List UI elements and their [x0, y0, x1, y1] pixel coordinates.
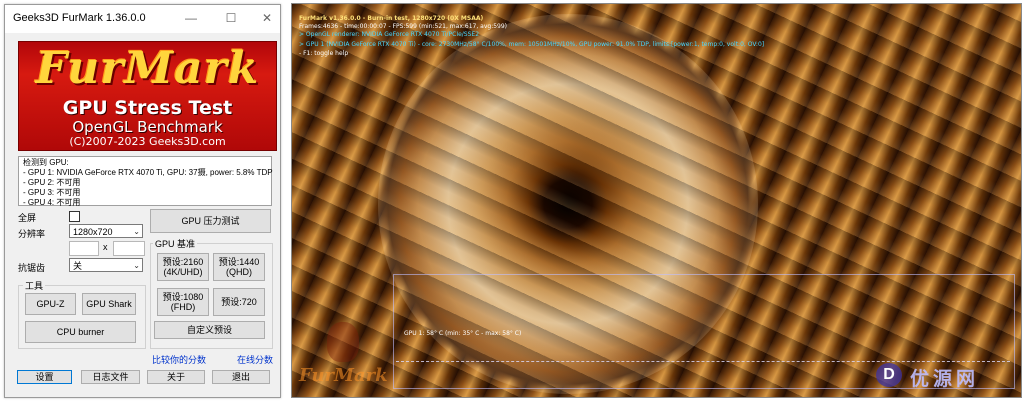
- exit-button[interactable]: 退出: [212, 370, 270, 384]
- gpu-detection-box: 检测到 GPU: - GPU 1: NVIDIA GeForce RTX 407…: [18, 156, 273, 207]
- resolution-label: 分辨率: [18, 229, 46, 239]
- window-title: Geeks3D FurMark 1.36.0.0: [13, 12, 146, 24]
- compare-score-link[interactable]: 比较你的分数: [152, 353, 206, 366]
- temperature-graph-line: [396, 361, 1010, 362]
- custom-height-input[interactable]: [113, 241, 145, 256]
- settings-button[interactable]: 设置: [17, 370, 72, 384]
- cpu-burner-button[interactable]: CPU burner: [25, 321, 136, 343]
- online-score-link[interactable]: 在线分数: [237, 353, 273, 366]
- osd-title: FurMark v1.36.0.0 - Burn-in test, 1280x7…: [299, 15, 484, 22]
- osd-frames: Frames:4636 - time:00:00:07 - FPS:599 (m…: [299, 23, 508, 30]
- preset-2160-button[interactable]: 预设:2160 (4K/UHD): [157, 253, 209, 281]
- log-file-button[interactable]: 日志文件: [81, 370, 140, 384]
- gpu-benchmark-group-title: GPU 基准: [153, 237, 198, 250]
- furmark-render-viewport[interactable]: FurMark v1.36.0.0 - Burn-in test, 1280x7…: [291, 3, 1022, 398]
- chevron-down-icon: ⌄: [133, 227, 140, 236]
- gpu-detection-header: 检测到 GPU:: [23, 158, 69, 167]
- antialias-label: 抗锯齿: [18, 263, 46, 273]
- maximize-icon[interactable]: ☐: [221, 10, 241, 26]
- resolution-select[interactable]: 1280x720 ⌄: [69, 224, 143, 238]
- gpu-line-2: - GPU 2: 不可用: [23, 178, 81, 187]
- logo-line-copyright: (C)2007-2023 Geeks3D.com: [69, 135, 226, 148]
- gpu-stress-test-button[interactable]: GPU 压力测试: [150, 209, 271, 233]
- gpu-z-button[interactable]: GPU-Z: [25, 293, 76, 315]
- logo-line-stress-test: GPU Stress Test: [62, 97, 233, 119]
- preset-720-button[interactable]: 预设:720: [213, 288, 265, 316]
- site-logo-icon: D: [876, 363, 902, 387]
- gpu-line-4: - GPU 4: 不可用: [23, 198, 81, 207]
- custom-preset-button[interactable]: 自定义预设: [154, 321, 265, 339]
- custom-width-input[interactable]: [69, 241, 99, 256]
- desktop: Geeks3D FurMark 1.36.0.0 — ☐ ✕ FurMark G…: [0, 0, 1024, 403]
- antialias-value: 关: [73, 261, 83, 271]
- osd-help-hint: - F1: toggle help: [299, 50, 349, 57]
- gpu-line-1: - GPU 1: NVIDIA GeForce RTX 4070 Ti, GPU…: [23, 168, 273, 177]
- custom-size-separator: x: [103, 242, 108, 252]
- furmark-watermark: FurMark: [299, 365, 388, 386]
- minimize-icon[interactable]: —: [181, 10, 201, 26]
- osd-gpu-stats: > GPU 1 (NVIDIA GeForce RTX 4070 Ti) - c…: [299, 41, 765, 48]
- furmark-mascot-icon: [327, 322, 359, 362]
- antialias-select[interactable]: 关 ⌄: [69, 258, 143, 272]
- title-bar[interactable]: Geeks3D FurMark 1.36.0.0 — ☐ ✕: [5, 5, 280, 33]
- resolution-value: 1280x720: [73, 227, 113, 237]
- about-button[interactable]: 关于: [147, 370, 205, 384]
- furmark-logo-banner: FurMark GPU Stress Test OpenGL Benchmark…: [18, 41, 277, 151]
- close-icon[interactable]: ✕: [257, 10, 277, 26]
- gpu-shark-button[interactable]: GPU Shark: [82, 293, 136, 315]
- fullscreen-checkbox[interactable]: [69, 211, 80, 222]
- preset-1080-button[interactable]: 预设:1080 (FHD): [157, 288, 209, 316]
- osd-renderer: > OpenGL renderer: NVIDIA GeForce RTX 40…: [299, 31, 480, 38]
- tools-group-title: 工具: [23, 279, 46, 292]
- logo-line-benchmark: OpenGL Benchmark: [72, 118, 223, 136]
- fullscreen-label: 全屏: [18, 213, 37, 223]
- chevron-down-icon: ⌄: [133, 261, 140, 270]
- gpu-line-3: - GPU 3: 不可用: [23, 188, 81, 197]
- logo-brand: FurMark: [35, 43, 260, 94]
- temperature-graph-label: GPU 1: 58° C (min: 35° C - max: 58° C): [404, 330, 522, 337]
- furmark-control-window: Geeks3D FurMark 1.36.0.0 — ☐ ✕ FurMark G…: [4, 4, 281, 398]
- preset-1440-button[interactable]: 预设:1440 (QHD): [213, 253, 265, 281]
- site-watermark-text: 优源网: [910, 368, 980, 390]
